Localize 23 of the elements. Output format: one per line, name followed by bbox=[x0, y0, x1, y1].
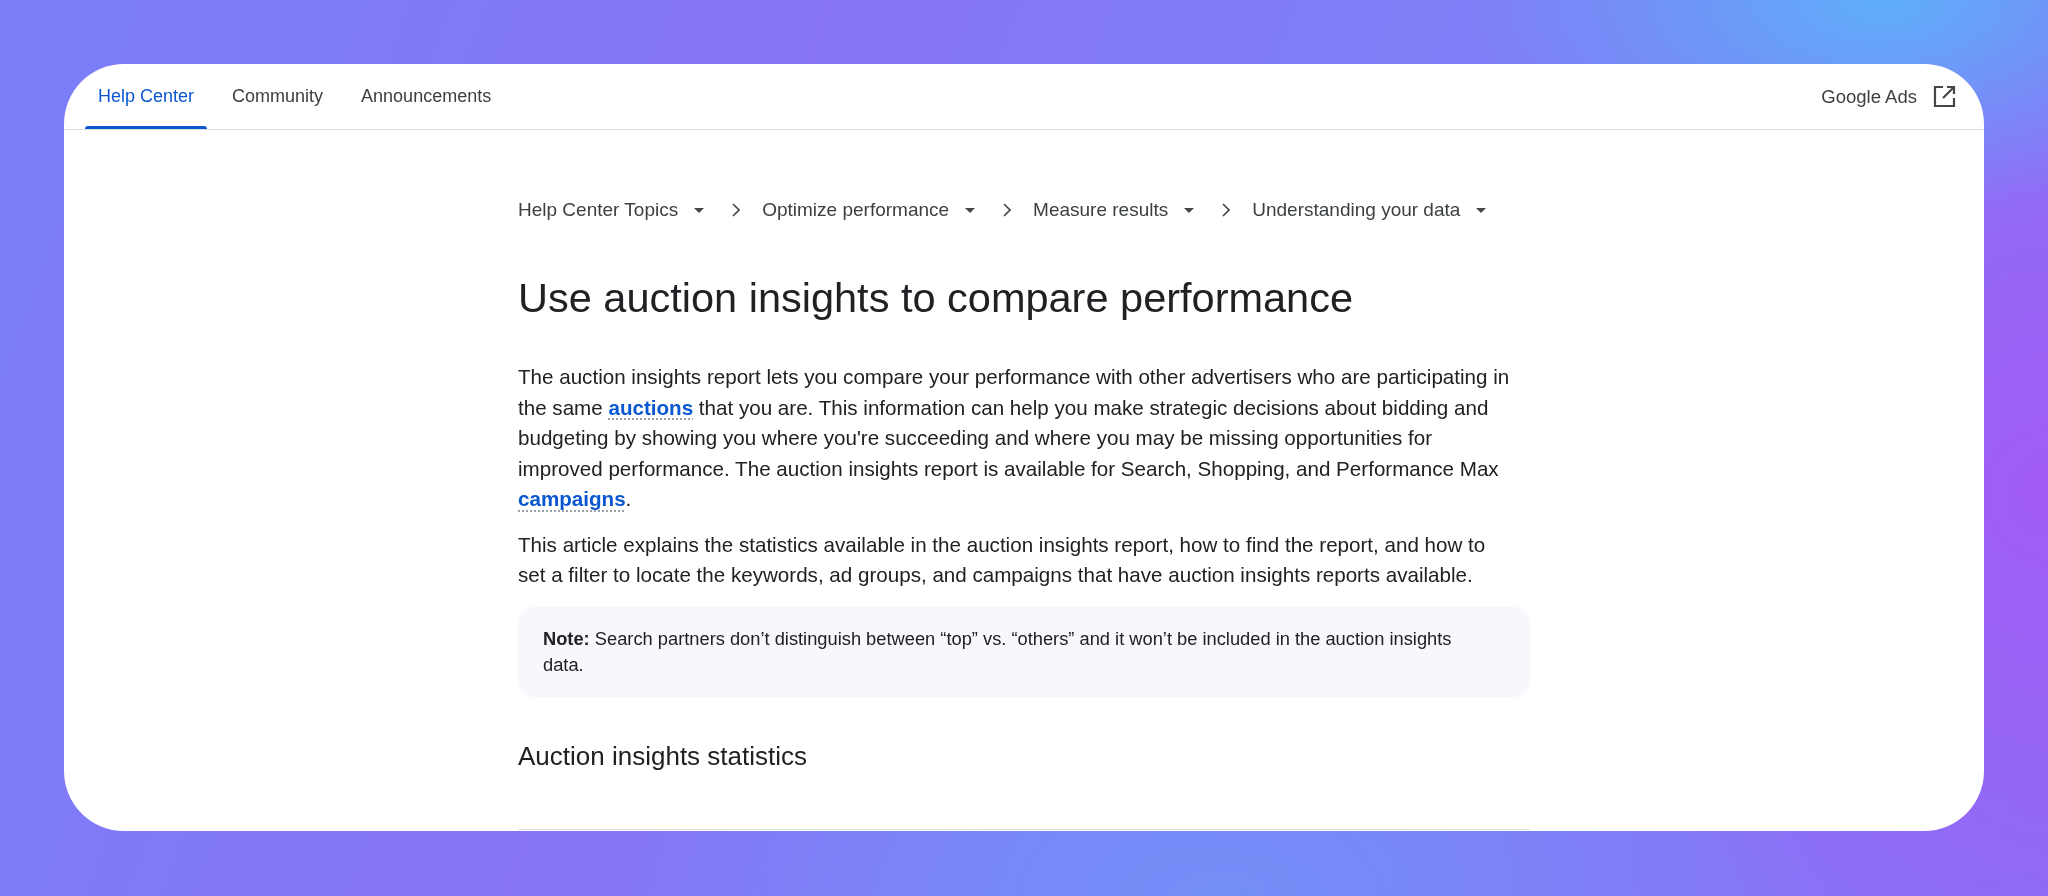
note-text: Note: Search partners don’t distinguish between “top” vs. “others” and it won’t be included in the auction insights data. bbox=[543, 626, 1453, 677]
inline-link[interactable]: campaigns bbox=[518, 487, 626, 510]
caret-icon bbox=[1184, 207, 1195, 213]
nav-tab[interactable]: Help Center bbox=[85, 64, 208, 129]
section-heading: Auction insights statistics bbox=[518, 739, 808, 772]
breadcrumb-link[interactable]: Optimize performance bbox=[762, 199, 976, 221]
chevron-icon bbox=[1003, 203, 1012, 217]
breadcrumb-link[interactable]: Understanding your data bbox=[1252, 199, 1487, 221]
caret-icon bbox=[1476, 207, 1487, 213]
breadcrumb-link[interactable]: Help Center Topics bbox=[518, 199, 705, 221]
external-link-icon bbox=[1933, 85, 1956, 108]
chevron-icon bbox=[1222, 203, 1231, 217]
paragraph: This article explains the statistics available in the auction insights report, how to find the report, and how to set a filter to locate the keywords, ad groups, and campaigns that have auction insights reports available. bbox=[518, 531, 1487, 588]
chevron-icon bbox=[732, 203, 741, 217]
caret-icon bbox=[965, 207, 976, 213]
nav-tab[interactable]: Announcements bbox=[348, 64, 505, 129]
nav-tab[interactable]: Community bbox=[219, 64, 337, 129]
paragraph: The auction insights report lets you compare your performance with other advertisers who are participating in the same auctions that you are. This information can help you make strategic decisions about bidding and budgeting by showing you where you're succeeding and where you may be missing opportunities for improved performance. The auction insights report is available for Search, Shopping, and Performance Max campaigns. bbox=[518, 364, 1511, 512]
article-title: Use auction insights to compare performance bbox=[518, 273, 1355, 323]
breadcrumb-link[interactable]: Measure results bbox=[1033, 199, 1195, 221]
caret-icon bbox=[694, 207, 705, 213]
product-link[interactable]: Google Ads bbox=[1821, 64, 1956, 129]
inline-link[interactable]: auctions bbox=[608, 395, 694, 419]
